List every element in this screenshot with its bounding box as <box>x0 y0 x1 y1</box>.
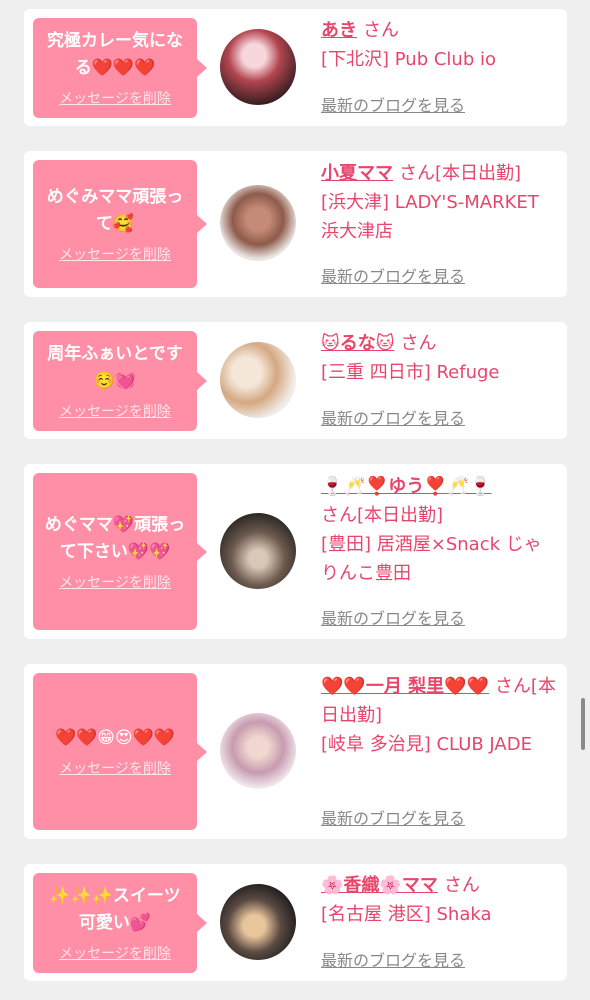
message-text: 究極カレー気になる❤️❤️❤️ <box>47 31 183 78</box>
message-bubble: 周年ふぁいとです☺️💓 メッセージを削除 <box>33 331 207 431</box>
message-bubble: ✨✨✨スイーツ可愛い💕 メッセージを削除 <box>33 873 207 973</box>
message-card: めぐみママ頑張って🥰 メッセージを削除 小夏ママ さん[本日出勤] [浜大津] L… <box>24 151 567 297</box>
cast-info: 🌸香織🌸ママ さん [名古屋 港区] Shaka <box>321 871 557 929</box>
message-card: 究極カレー気になる❤️❤️❤️ メッセージを削除 あき さん [下北沢] Pub … <box>24 9 567 126</box>
message-bubble: 究極カレー気になる❤️❤️❤️ メッセージを削除 <box>33 18 207 118</box>
delete-message-link[interactable]: メッセージを削除 <box>59 244 171 264</box>
avatar[interactable] <box>220 342 296 418</box>
shop-name: [名古屋 港区] Shaka <box>321 904 492 925</box>
cast-name-link[interactable]: 🍷🥂❣️ゆう❣️🥂🍷 <box>321 476 491 497</box>
cast-suffix: さん[本日出勤] <box>399 163 522 184</box>
message-bubble: めぐママ💖頑張って下さい💖💖 メッセージを削除 <box>33 473 207 630</box>
message-bubble: ❤️❤️😁😍❤️❤️ メッセージを削除 <box>33 673 207 830</box>
message-text: ❤️❤️😁😍❤️❤️ <box>54 728 176 748</box>
cast-name-link[interactable]: 🌸香織🌸ママ <box>321 875 438 896</box>
avatar[interactable] <box>220 513 296 589</box>
cast-info: ❤️❤️一月 梨里❤️❤️ さん[本日出勤] [岐阜 多治見] CLUB JADE <box>321 672 557 759</box>
cast-suffix: さん <box>443 875 480 896</box>
scrollbar[interactable] <box>581 698 585 750</box>
cast-name-link[interactable]: 🐱るな🐱 <box>321 333 395 354</box>
shop-name: [浜大津] LADY'S-MARKET 浜大津店 <box>321 192 539 242</box>
message-text: 周年ふぁいとです☺️💓 <box>47 344 183 391</box>
message-card: ❤️❤️😁😍❤️❤️ メッセージを削除 ❤️❤️一月 梨里❤️❤️ さん[本日出勤… <box>24 664 567 839</box>
blog-link[interactable]: 最新のブログを見る <box>321 947 465 971</box>
blog-link[interactable]: 最新のブログを見る <box>321 92 465 116</box>
avatar[interactable] <box>220 29 296 105</box>
cast-name-link[interactable]: あき <box>321 20 357 41</box>
cast-name-link[interactable]: ❤️❤️一月 梨里❤️❤️ <box>321 676 489 697</box>
shop-name: [岐阜 多治見] CLUB JADE <box>321 734 532 755</box>
delete-message-link[interactable]: メッセージを削除 <box>59 943 171 963</box>
shop-name: [三重 四日市] Refuge <box>321 362 500 383</box>
blog-link[interactable]: 最新のブログを見る <box>321 805 465 829</box>
message-text: ✨✨✨スイーツ可愛い💕 <box>49 886 181 933</box>
cast-info: 🐱るな🐱 さん [三重 四日市] Refuge <box>321 329 557 387</box>
delete-message-link[interactable]: メッセージを削除 <box>59 88 171 108</box>
message-text: めぐママ💖頑張って下さい💖💖 <box>44 514 186 562</box>
blog-link[interactable]: 最新のブログを見る <box>321 405 465 429</box>
cast-suffix: さん <box>363 20 399 41</box>
shop-name: [豊田] 居酒屋×Snack じゃりんこ豊田 <box>321 534 542 584</box>
cast-name-link[interactable]: 小夏ママ <box>321 163 393 184</box>
avatar[interactable] <box>220 713 296 789</box>
message-card: ✨✨✨スイーツ可愛い💕 メッセージを削除 🌸香織🌸ママ さん [名古屋 港区] S… <box>24 864 567 981</box>
delete-message-link[interactable]: メッセージを削除 <box>59 401 171 421</box>
message-card: めぐママ💖頑張って下さい💖💖 メッセージを削除 🍷🥂❣️ゆう❣️🥂🍷 さん[本日出… <box>24 464 567 639</box>
cast-info: あき さん [下北沢] Pub Club io <box>321 16 557 74</box>
message-text: めぐみママ頑張って🥰 <box>46 187 184 234</box>
shop-name: [下北沢] Pub Club io <box>321 49 496 70</box>
blog-link[interactable]: 最新のブログを見る <box>321 605 465 629</box>
cast-suffix: さん <box>400 333 437 354</box>
cast-info: 🍷🥂❣️ゆう❣️🥂🍷 さん[本日出勤] [豊田] 居酒屋×Snack じゃりんこ豊… <box>321 472 557 588</box>
delete-message-link[interactable]: メッセージを削除 <box>59 572 171 592</box>
cast-suffix: さん[本日出勤] <box>321 505 444 526</box>
delete-message-link[interactable]: メッセージを削除 <box>59 758 171 778</box>
message-card: 周年ふぁいとです☺️💓 メッセージを削除 🐱るな🐱 さん [三重 四日市] Ref… <box>24 322 567 439</box>
message-bubble: めぐみママ頑張って🥰 メッセージを削除 <box>33 160 207 288</box>
blog-link[interactable]: 最新のブログを見る <box>321 263 465 287</box>
avatar[interactable] <box>220 185 296 261</box>
cast-info: 小夏ママ さん[本日出勤] [浜大津] LADY'S-MARKET 浜大津店 <box>321 159 557 246</box>
avatar[interactable] <box>220 884 296 960</box>
